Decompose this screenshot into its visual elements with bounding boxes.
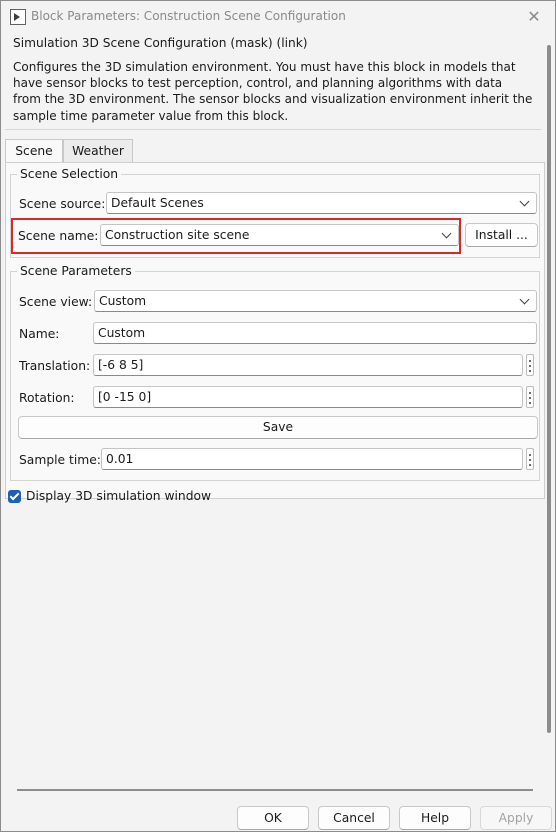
translation-more-button[interactable]	[526, 354, 534, 376]
close-button[interactable]: ✕	[519, 3, 549, 31]
install-button[interactable]: Install ...	[465, 223, 538, 247]
chevron-down-icon	[519, 294, 530, 305]
sample-time-more-button[interactable]	[526, 448, 534, 470]
sample-time-label: Sample time:	[19, 453, 101, 467]
ok-button[interactable]: OK	[237, 806, 309, 830]
scene-view-value: Custom	[99, 294, 147, 308]
vertical-scrollbar[interactable]	[547, 45, 551, 733]
scene-source-dropdown[interactable]: Default Scenes	[106, 192, 537, 214]
cancel-button[interactable]: Cancel	[318, 806, 390, 830]
mask-header: Simulation 3D Scene Configuration (mask)…	[5, 33, 541, 130]
scene-tab-panel: Scene Selection Scene source: Default Sc…	[5, 162, 545, 499]
scene-parameters-title: Scene Parameters	[17, 264, 135, 278]
simulink-block-icon	[10, 9, 26, 25]
scene-name-highlight	[11, 218, 461, 254]
save-button[interactable]: Save	[18, 416, 538, 439]
tab-scene[interactable]: Scene	[5, 139, 63, 164]
rotation-field[interactable]: [0 -15 0]	[93, 386, 523, 408]
dialog-window: Block Parameters: Construction Scene Con…	[0, 0, 556, 832]
scene-selection-title: Scene Selection	[17, 167, 122, 181]
sample-time-field[interactable]: 0.01	[101, 448, 523, 470]
help-button[interactable]: Help	[399, 806, 471, 830]
tab-weather[interactable]: Weather	[63, 139, 133, 163]
translation-field[interactable]: [-6 8 5]	[93, 354, 523, 376]
translation-label: Translation:	[19, 359, 91, 373]
apply-button[interactable]: Apply	[480, 806, 552, 830]
window-title: Block Parameters: Construction Scene Con…	[31, 9, 346, 23]
title-bar: Block Parameters: Construction Scene Con…	[1, 1, 555, 33]
name-label: Name:	[19, 327, 60, 341]
rotation-more-button[interactable]	[526, 386, 534, 408]
scene-view-label: Scene view:	[19, 295, 93, 309]
display-window-checkbox[interactable]	[8, 490, 21, 503]
name-field[interactable]: Custom	[93, 322, 537, 344]
mask-title: Simulation 3D Scene Configuration (mask)…	[13, 36, 308, 50]
scene-source-value: Default Scenes	[111, 196, 204, 210]
scene-source-label: Scene source:	[19, 197, 106, 211]
rotation-label: Rotation:	[19, 391, 75, 405]
mask-description: Configures the 3D simulation environment…	[13, 60, 533, 123]
scene-view-dropdown[interactable]: Custom	[94, 290, 537, 312]
horizontal-scrollbar[interactable]	[17, 789, 533, 791]
chevron-down-icon	[519, 196, 530, 207]
display-window-label: Display 3D simulation window	[26, 489, 212, 503]
